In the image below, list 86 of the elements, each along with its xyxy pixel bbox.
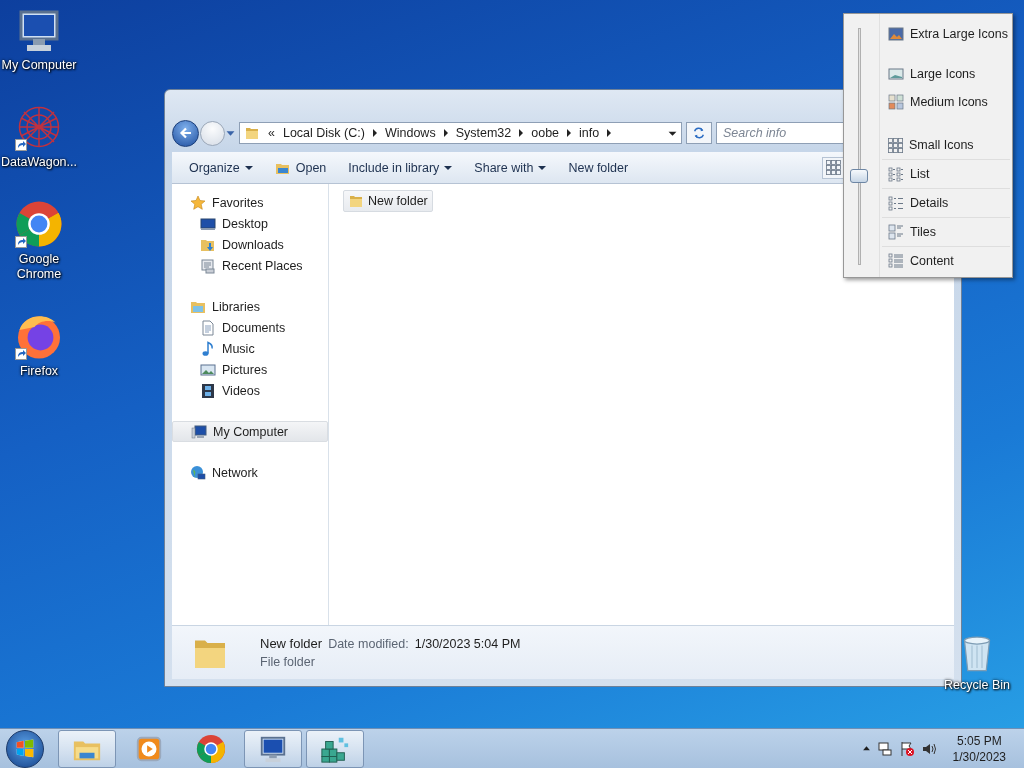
breadcrumb-arrow-icon[interactable] — [607, 129, 612, 137]
desktop-icon-label[interactable]: Firefox — [19, 364, 59, 379]
details-date-value: 1/30/2023 5:04 PM — [414, 637, 521, 651]
flag-error-icon — [898, 740, 915, 757]
nav-item[interactable]: Documents — [172, 317, 328, 338]
refresh-button[interactable] — [686, 122, 712, 144]
breadcrumb-arrow-icon[interactable] — [443, 129, 448, 137]
content-icon — [888, 253, 904, 269]
overflow-chevron[interactable]: « — [268, 126, 275, 140]
nav-item[interactable]: Pictures — [172, 359, 328, 380]
network-icon — [876, 740, 893, 757]
globe-icon — [190, 464, 206, 481]
toolbar-button[interactable]: Open — [265, 156, 336, 179]
left-arrow-icon — [177, 125, 194, 141]
slider-thumb[interactable] — [850, 169, 868, 184]
clock-date[interactable]: 1/30/2023 — [952, 748, 1006, 765]
taskbar-app-button[interactable] — [306, 729, 364, 768]
recycle-bin-label: Recycle Bin — [944, 678, 1010, 693]
nav-item[interactable]: Music — [172, 338, 328, 359]
small-grid-icon — [888, 137, 903, 153]
details-icon — [888, 195, 904, 211]
nav-item[interactable]: Desktop — [172, 213, 328, 234]
taskbar-app-button[interactable] — [244, 729, 302, 768]
view-menu-item[interactable]: Large Icons — [882, 60, 1010, 88]
recent-places-icon — [200, 257, 216, 274]
nav-item[interactable]: Libraries — [172, 296, 328, 317]
back-button[interactable] — [172, 119, 199, 147]
windows-flag-icon — [14, 737, 36, 760]
taskbar-app-button[interactable] — [58, 729, 116, 768]
medium-grid-icon — [888, 94, 904, 110]
browser-logo-icon — [15, 200, 63, 248]
toolbar-button[interactable]: Share with — [465, 157, 556, 178]
nav-item[interactable]: Favorites — [172, 192, 328, 213]
nav-item[interactable]: Recent Places — [172, 255, 328, 276]
breadcrumb-item[interactable]: System32 — [455, 126, 512, 140]
computer-icon — [191, 423, 207, 440]
document-icon — [200, 319, 216, 336]
desktop-icon-label[interactable]: Google Chrome — [14, 252, 64, 282]
view-menu-item[interactable]: Details — [882, 188, 1010, 217]
desktop-icon-label[interactable]: DataWagon... — [1, 155, 77, 170]
toolbar-button[interactable]: New folder — [559, 157, 638, 178]
breadcrumb-item[interactable]: Local Disk (C:) — [282, 126, 365, 140]
view-menu-item[interactable]: Tiles — [882, 217, 1010, 246]
browser-logo-icon — [196, 733, 226, 764]
breadcrumb-arrow-icon[interactable] — [519, 129, 524, 137]
caret-icon — [244, 165, 253, 170]
clock-time[interactable]: 5:05 PM — [956, 732, 1002, 749]
address-bar[interactable]: « Local Disk (C:) Windows System32 oobe info — [239, 122, 682, 144]
start-button[interactable] — [6, 729, 44, 768]
music-note-icon — [200, 340, 216, 357]
star-icon — [190, 194, 206, 211]
desktop-icon-label[interactable]: My Computer — [1, 58, 77, 73]
view-menu-item[interactable]: List — [882, 159, 1010, 188]
view-menu-item[interactable]: Medium Icons — [882, 88, 1010, 116]
show-hidden-icons-caret-icon — [861, 744, 871, 753]
breadcrumb-item[interactable]: Windows — [384, 126, 436, 140]
tiles-icon — [888, 224, 904, 240]
view-menu-item[interactable]: Content — [882, 246, 1010, 275]
nav-item[interactable]: Downloads — [172, 234, 328, 255]
breadcrumb-item[interactable]: oobe — [531, 126, 560, 140]
details-file-type: File folder — [260, 655, 316, 669]
view-menu-item[interactable]: Extra Large Icons — [882, 20, 1010, 48]
toolbar-button[interactable]: Organize — [180, 157, 262, 178]
large-thumbnail-icon — [888, 26, 904, 42]
small-grid-icon — [825, 160, 841, 175]
details-date-label: Date modified: — [328, 637, 409, 651]
view-button[interactable] — [822, 156, 844, 179]
picture-icon — [200, 361, 216, 378]
nav-item[interactable]: Network — [172, 462, 328, 483]
film-icon — [200, 382, 216, 399]
list-icon — [888, 166, 904, 182]
breadcrumb-arrow-icon[interactable] — [372, 129, 377, 137]
folder-icon — [244, 125, 260, 141]
picture-icon — [888, 66, 904, 82]
breadcrumb-arrow-icon[interactable] — [567, 129, 572, 137]
details-file-name: New folder — [260, 636, 323, 651]
nav-item[interactable]: Videos — [172, 380, 328, 401]
monitor-icon — [200, 215, 216, 232]
refresh-arrows-icon — [692, 126, 706, 140]
caret-icon — [444, 165, 453, 170]
breadcrumb-item[interactable]: info — [579, 126, 600, 140]
toolbar-button[interactable]: Include in library — [339, 157, 462, 178]
caret-icon — [538, 165, 547, 170]
nav-item[interactable]: My Computer — [172, 421, 328, 442]
folder-icon — [348, 193, 364, 209]
file-item[interactable]: New folder — [343, 190, 433, 212]
